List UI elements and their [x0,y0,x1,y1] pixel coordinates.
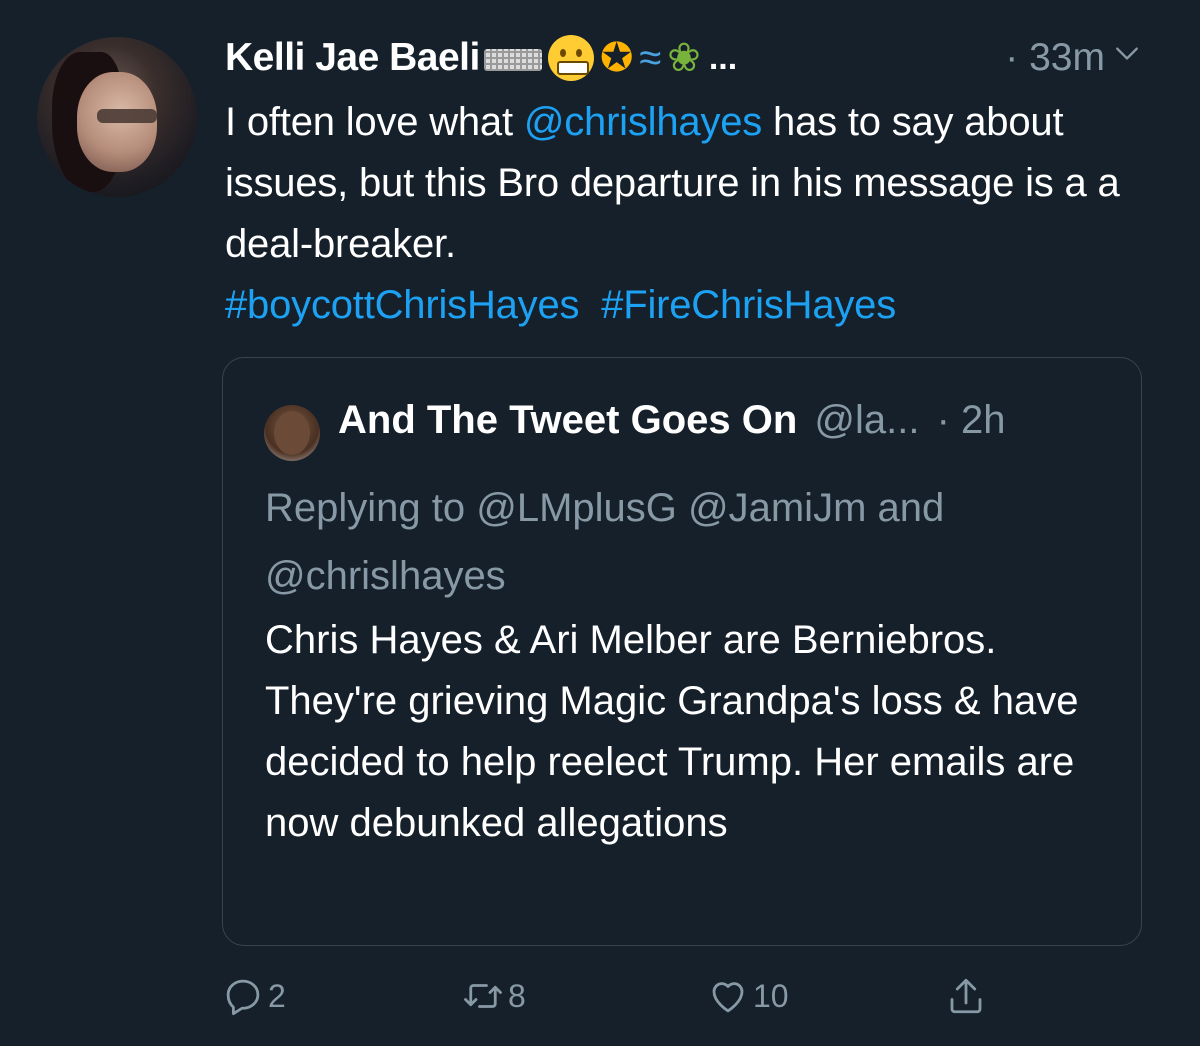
grimace-emoji-icon [547,35,594,81]
retweet-count: 8 [508,977,526,1014]
quoted-tweet-timestamp: · 2h [936,398,1006,442]
like-button[interactable]: 10 [707,975,789,1017]
quoted-tweet-card[interactable]: And The Tweet Goes On @la... · 2h Replyi… [222,357,1142,946]
like-count: 10 [753,977,789,1014]
retweet-button[interactable]: 8 [462,975,526,1017]
retweet-icon [464,984,502,1008]
tweet-header: Kelli Jae Baeli ✪ ≈ ❀ ... · 33m [225,30,1180,86]
quoted-tweet-text: Chris Hayes & Ari Melber are Berniebros.… [265,618,1079,845]
author-display-name[interactable]: Kelli Jae Baeli [225,36,480,80]
share-button[interactable] [945,975,987,1017]
tweet-body: I often love what @chrislhayes has to sa… [225,92,1165,336]
hashtag-link[interactable]: #FireChrisHayes [601,283,896,327]
heart-icon [712,982,744,1013]
tweet-actions-bar: 2 8 10 [0,965,1200,1035]
quoted-author-handle: @la... [814,398,920,442]
muscle-emoji-icon: ✪ [599,36,634,80]
tweet-text-part: I often love what [225,100,524,144]
wave-emoji-icon: ≈ [639,36,662,80]
replying-to-text: Replying to @LMplusG @JamiJm and @chrisl… [265,486,945,598]
chevron-down-icon[interactable] [1114,40,1140,66]
share-icon [950,978,982,1014]
reply-icon [226,979,260,1016]
hashtag-link[interactable]: #boycottChrisHayes [225,283,580,327]
reply-button[interactable]: 2 [222,975,286,1017]
mention-link[interactable]: @chrislhayes [524,100,762,144]
keyboard-emoji-icon [483,49,542,71]
author-avatar[interactable] [37,37,197,197]
name-truncation: ... [708,38,738,77]
reply-count: 2 [268,977,286,1014]
quoted-avatar-face [274,411,310,455]
quoted-author-name: And The Tweet Goes On [338,398,798,442]
avatar-glasses [97,109,157,123]
quoted-tweet-header: And The Tweet Goes On @la... · 2h [338,398,1006,443]
herb-emoji-icon: ❀ [667,36,701,80]
quoted-author-avatar [264,405,320,461]
tweet-timestamp[interactable]: · 33m [1005,36,1105,80]
